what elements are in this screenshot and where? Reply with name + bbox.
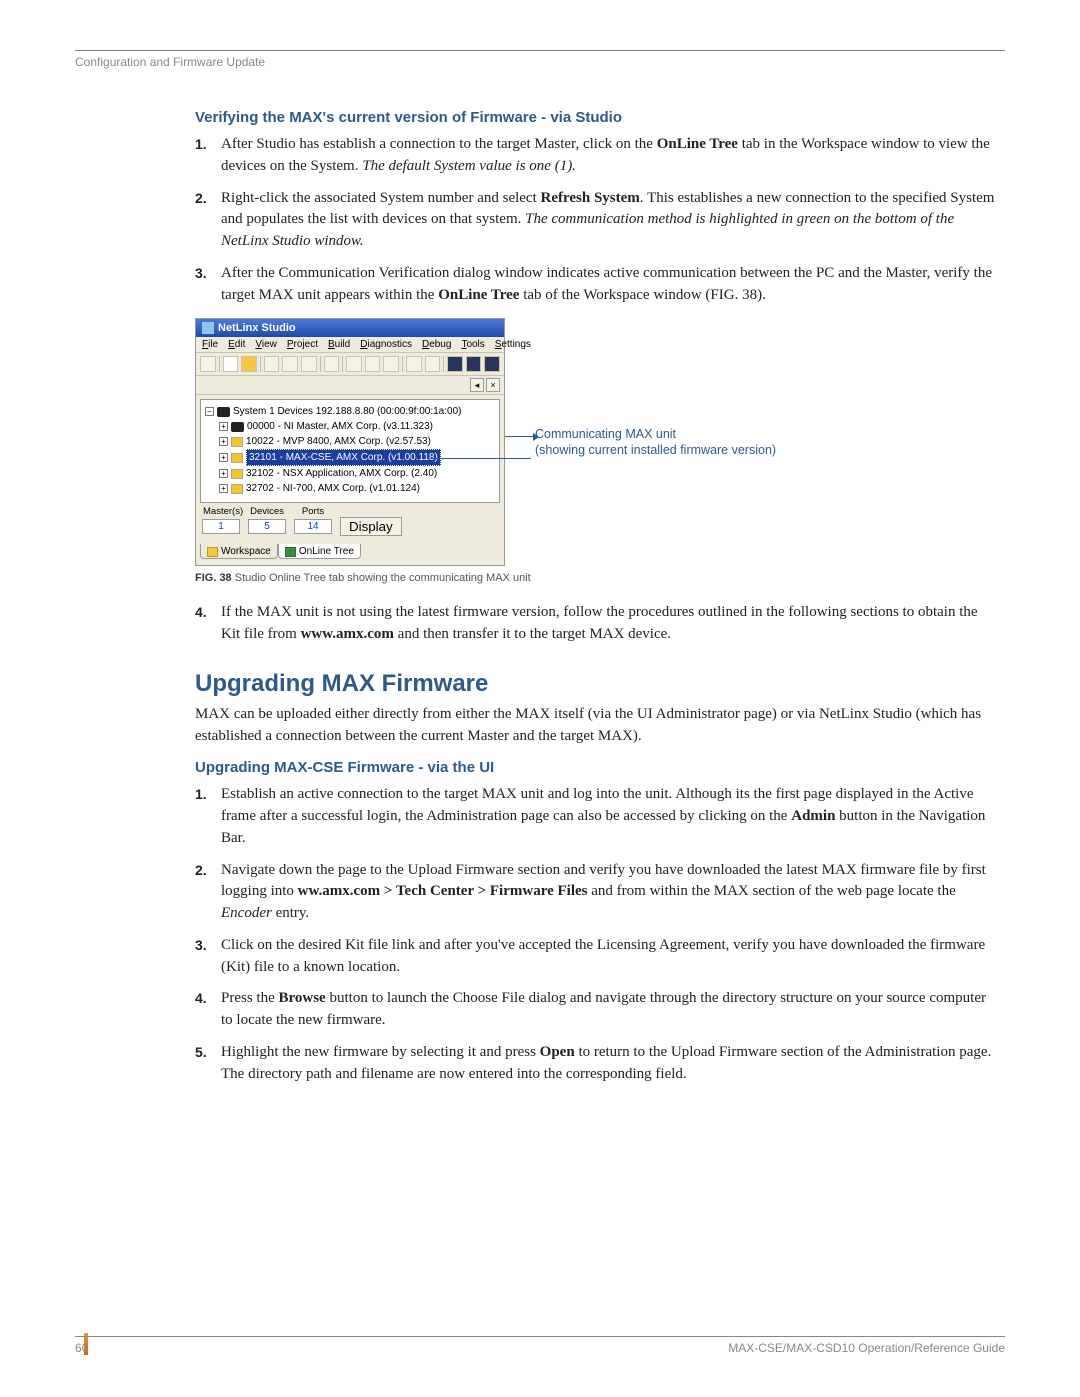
figure-callout: Communicating MAX unit (showing current … xyxy=(535,426,995,459)
step-num: 1. xyxy=(195,784,221,849)
section-heading-upgrade-ui: Upgrading MAX-CSE Firmware - via the UI xyxy=(195,759,995,776)
tree-root[interactable]: System 1 Devices 192.188.8.80 (00:00:9f:… xyxy=(233,404,461,419)
device-icon xyxy=(231,469,243,479)
folder-icon xyxy=(207,547,218,557)
scroll-left-icon[interactable]: ◂ xyxy=(470,378,484,392)
step-text: Click on the desired Kit file link and a… xyxy=(221,935,995,979)
page-number: 60 xyxy=(75,1341,88,1355)
system-icon xyxy=(217,407,230,417)
expand-icon[interactable]: + xyxy=(219,484,228,493)
step-text: If the MAX unit is not using the latest … xyxy=(221,602,995,646)
cut-icon[interactable] xyxy=(346,356,362,372)
menu-diagnostics[interactable]: Diagnostics xyxy=(360,339,412,350)
close-pane-icon[interactable]: × xyxy=(486,378,500,392)
step-text: Press the Browse button to launch the Ch… xyxy=(221,988,995,1032)
ports-count: Ports14 xyxy=(294,519,332,534)
menu-project[interactable]: Project xyxy=(287,339,318,350)
tree-item[interactable]: 10022 - MVP 8400, AMX Corp. (v2.57.53) xyxy=(246,434,431,449)
status-row: Master(s)1 Devices5 Ports14 Display xyxy=(196,507,504,540)
redo-icon[interactable] xyxy=(425,356,441,372)
undo-icon[interactable] xyxy=(406,356,422,372)
pane-navbar[interactable]: ◂ × xyxy=(196,376,504,395)
step-num: 4. xyxy=(195,602,221,646)
page-footer: 60 MAX-CSE/MAX-CSD10 Operation/Reference… xyxy=(75,1336,1005,1355)
display-button[interactable]: Display xyxy=(340,517,402,536)
step-num: 2. xyxy=(195,188,221,253)
menu-edit[interactable]: Edit xyxy=(228,339,245,350)
step-text: After Studio has establish a connection … xyxy=(221,134,995,178)
tree-icon xyxy=(285,547,296,557)
step-text: Right-click the associated System number… xyxy=(221,188,995,253)
panel3-icon[interactable] xyxy=(484,356,500,372)
panel1-icon[interactable] xyxy=(447,356,463,372)
step-num: 3. xyxy=(195,935,221,979)
tab-online-tree[interactable]: OnLine Tree xyxy=(278,544,361,559)
section-heading-verify: Verifying the MAX's current version of F… xyxy=(195,109,995,126)
menu-settings[interactable]: Settings xyxy=(495,339,531,350)
panel2-icon[interactable] xyxy=(466,356,482,372)
device-icon xyxy=(231,422,244,432)
menu-debug[interactable]: Debug xyxy=(422,339,451,350)
device-icon xyxy=(231,484,243,494)
copy-icon[interactable] xyxy=(365,356,381,372)
expand-icon[interactable]: + xyxy=(219,453,228,462)
breadcrumb: Configuration and Firmware Update xyxy=(75,55,1005,69)
toolbar[interactable] xyxy=(196,353,504,376)
tree-item[interactable]: 32702 - NI-700, AMX Corp. (v1.01.124) xyxy=(246,481,420,496)
expand-icon[interactable]: + xyxy=(219,437,228,446)
figure-window: NetLinx Studio File Edit View Project Bu… xyxy=(195,318,505,566)
step-text: Navigate down the page to the Upload Fir… xyxy=(221,860,995,925)
saveall-icon[interactable] xyxy=(301,356,317,372)
step-num: 3. xyxy=(195,263,221,307)
device-tree[interactable]: – System 1 Devices 192.188.8.80 (00:00:9f… xyxy=(200,399,500,503)
glasses-icon[interactable] xyxy=(223,356,239,372)
step-text: After the Communication Verification dia… xyxy=(221,263,995,307)
figure-caption: FIG. 38 Studio Online Tree tab showing t… xyxy=(195,572,995,584)
expand-icon[interactable]: + xyxy=(219,422,228,431)
collapse-icon[interactable]: – xyxy=(205,407,214,416)
paste-icon[interactable] xyxy=(383,356,399,372)
expand-icon[interactable]: + xyxy=(219,469,228,478)
callout-arrow xyxy=(431,458,531,459)
step-num: 2. xyxy=(195,860,221,925)
menubar[interactable]: File Edit View Project Build Diagnostics… xyxy=(196,337,504,353)
menu-view[interactable]: View xyxy=(255,339,277,350)
tree-item[interactable]: 00000 - NI Master, AMX Corp. (v3.11.323) xyxy=(247,419,433,434)
menu-build[interactable]: Build xyxy=(328,339,350,350)
steps-list-1b: 4. If the MAX unit is not using the late… xyxy=(195,602,995,646)
step-num: 1. xyxy=(195,134,221,178)
steps-list-2: 1. Establish an active connection to the… xyxy=(195,784,995,1085)
step-text: Establish an active connection to the ta… xyxy=(221,784,995,849)
intro-paragraph: MAX can be uploaded either directly from… xyxy=(195,704,995,748)
workspace-tabs[interactable]: Workspace OnLine Tree xyxy=(196,540,504,565)
devices-count: Devices5 xyxy=(248,519,286,534)
menu-file[interactable]: File xyxy=(202,339,218,350)
home-icon[interactable] xyxy=(264,356,280,372)
device-icon xyxy=(231,453,243,463)
tree-item[interactable]: 32102 - NSX Application, AMX Corp. (2.40… xyxy=(246,466,437,481)
new-icon[interactable] xyxy=(200,356,216,372)
window-titlebar: NetLinx Studio xyxy=(196,319,504,337)
tab-workspace[interactable]: Workspace xyxy=(200,544,278,559)
window-title: NetLinx Studio xyxy=(218,322,296,334)
open-icon[interactable] xyxy=(241,356,257,372)
app-icon xyxy=(202,322,214,334)
masters-count: Master(s)1 xyxy=(202,519,240,534)
save-icon[interactable] xyxy=(282,356,298,372)
section-heading-upgrade: Upgrading MAX Firmware xyxy=(195,670,995,698)
menu-tools[interactable]: Tools xyxy=(461,339,484,350)
device-icon xyxy=(231,437,243,447)
step-text: Highlight the new firmware by selecting … xyxy=(221,1042,995,1086)
steps-list-1: 1. After Studio has establish a connecti… xyxy=(195,134,995,306)
doc-title: MAX-CSE/MAX-CSD10 Operation/Reference Gu… xyxy=(728,1341,1005,1355)
print-icon[interactable] xyxy=(324,356,340,372)
step-num: 4. xyxy=(195,988,221,1032)
step-num: 5. xyxy=(195,1042,221,1086)
